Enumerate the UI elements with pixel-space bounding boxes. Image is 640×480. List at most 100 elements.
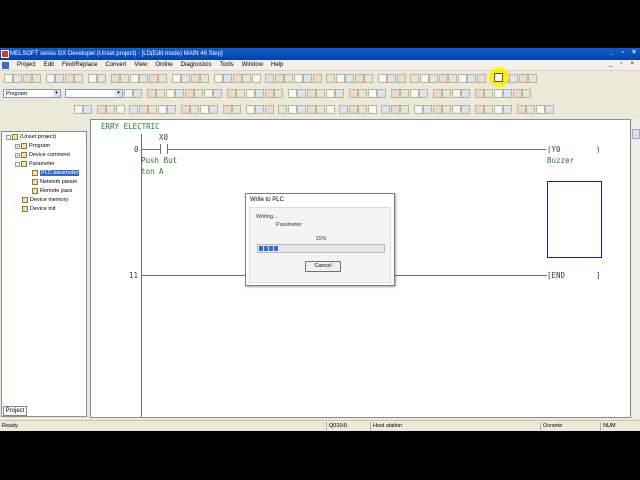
toolbar-button-icon[interactable] [367, 89, 377, 98]
toolbar-button-icon[interactable] [358, 105, 367, 114]
tree-item-program[interactable]: + Program [15, 143, 50, 149]
menu-tools[interactable]: Tools [216, 62, 238, 68]
toolbar-button-icon[interactable] [167, 105, 176, 114]
toolbar-button-icon[interactable] [213, 89, 222, 98]
toolbar-button-icon[interactable] [190, 105, 199, 114]
coil-comment[interactable]: Buzzer [547, 156, 574, 165]
toolbar-button-icon[interactable] [32, 74, 41, 83]
tree-item-device-memory[interactable]: Device memory [22, 197, 68, 203]
toolbar-button-icon[interactable] [194, 89, 203, 98]
toolbar-button-icon[interactable] [419, 74, 429, 83]
toolbar-button-icon[interactable] [129, 74, 139, 83]
tree-item-device-comment[interactable]: + Device comment [15, 152, 70, 158]
toolbar-button-icon[interactable] [528, 74, 537, 83]
toolbar-button-icon[interactable] [236, 89, 245, 98]
collapse-icon[interactable]: - [6, 134, 11, 140]
toolbar-button-icon[interactable] [509, 74, 518, 83]
toolbar-button-icon[interactable] [203, 89, 213, 98]
tree-item-plc-parameter[interactable]: PLC parameter [32, 170, 80, 176]
toolbar-button-icon[interactable] [400, 89, 409, 98]
toolbar-button-icon[interactable] [476, 74, 486, 83]
toolbar-button-icon[interactable] [87, 74, 97, 83]
toolbar-button-icon[interactable] [199, 105, 209, 114]
toolbar-button-icon[interactable] [451, 105, 461, 114]
toolbar-button-icon[interactable] [265, 74, 274, 83]
vertical-scrollbar[interactable] [632, 119, 640, 418]
toolbar-button-icon[interactable] [438, 74, 448, 83]
toolbar-button-icon[interactable] [493, 105, 503, 114]
toolbar-button-icon[interactable] [184, 89, 194, 98]
maximize-button[interactable]: ▫ [621, 49, 623, 56]
toolbar-button-icon[interactable] [255, 105, 264, 114]
toolbar-button-icon[interactable] [396, 74, 406, 83]
coil-device[interactable]: (Y0 [547, 145, 561, 154]
toolbar-button-icon[interactable] [165, 89, 175, 98]
mdi-restore-button[interactable]: ▫ [620, 61, 622, 67]
toolbar-button-icon[interactable] [287, 89, 297, 98]
toolbar-button-icon[interactable] [390, 89, 400, 98]
toolbar-button-icon[interactable] [96, 105, 106, 114]
toolbar-button-icon[interactable] [303, 74, 312, 83]
tree-item-network-param[interactable]: Network param [32, 179, 77, 185]
toolbar-button-icon[interactable] [377, 89, 386, 98]
toolbar-button-icon[interactable] [312, 74, 322, 83]
toolbar-button-icon[interactable] [232, 74, 242, 83]
toolbar-button-icon[interactable] [423, 105, 432, 114]
toolbar-button-icon[interactable] [545, 105, 554, 114]
toolbar-button-icon[interactable] [222, 105, 232, 114]
toolbar-button-icon[interactable] [306, 105, 316, 114]
toolbar-button-icon[interactable] [251, 74, 261, 83]
toolbar-button-icon[interactable] [419, 89, 428, 98]
toolbar-button-icon[interactable] [64, 74, 74, 83]
toolbar-button-icon[interactable] [157, 105, 167, 114]
toolbar-button-icon[interactable] [158, 74, 167, 83]
toolbar-button-icon[interactable] [83, 105, 92, 114]
toolbar-button-icon[interactable] [390, 105, 400, 114]
toolbar-button-icon[interactable] [457, 74, 467, 83]
toolbar-button-icon[interactable] [335, 74, 345, 83]
toolbar-button-icon[interactable] [348, 105, 358, 114]
collapse-icon[interactable]: - [15, 161, 20, 167]
toolbar-button-icon[interactable] [223, 74, 232, 83]
toolbar-button-icon[interactable] [274, 89, 283, 98]
toolbar-button-icon[interactable] [358, 89, 367, 98]
toolbar-button-icon[interactable] [387, 74, 396, 83]
toolbar-button-icon[interactable] [22, 74, 32, 83]
toolbar-button-icon[interactable] [45, 74, 55, 83]
write-to-plc-icon[interactable] [494, 73, 503, 82]
toolbar-button-icon[interactable] [512, 89, 522, 98]
toolbar-button-icon[interactable] [484, 105, 493, 114]
end-instruction[interactable]: [END [547, 271, 565, 280]
toolbar-button-icon[interactable] [129, 105, 138, 114]
toolbar-button-icon[interactable] [139, 74, 148, 83]
toolbar-button-icon[interactable] [156, 89, 165, 98]
minimize-button[interactable]: _ [610, 49, 614, 56]
toolbar-button-icon[interactable] [148, 74, 158, 83]
toolbar-button-icon[interactable] [364, 74, 373, 83]
toolbar-button-icon[interactable] [274, 74, 284, 83]
cancel-button[interactable]: Cancel [305, 261, 341, 272]
toolbar-button-icon[interactable] [410, 74, 419, 83]
toolbar-button-icon[interactable] [503, 105, 512, 114]
toolbar-button-icon[interactable] [120, 74, 129, 83]
toolbar-button-icon[interactable] [148, 105, 157, 114]
toolbar-button-icon[interactable] [400, 105, 409, 114]
toolbar-button-icon[interactable] [297, 105, 306, 114]
toolbar-button-icon[interactable] [522, 89, 531, 98]
toolbar-button-icon[interactable] [493, 89, 503, 98]
toolbar-button-icon[interactable] [413, 105, 423, 114]
toolbar-button-icon[interactable] [255, 89, 264, 98]
toolbar-button-icon[interactable] [474, 105, 484, 114]
toolbar-button-icon[interactable] [451, 89, 461, 98]
menu-diagnostics[interactable]: Diagnostics [177, 62, 216, 68]
toolbar-button-icon[interactable] [516, 105, 526, 114]
toolbar-button-icon[interactable] [209, 105, 218, 114]
toolbar-button-icon[interactable] [297, 89, 306, 98]
toolbar-button-icon[interactable] [325, 105, 335, 114]
toolbar-button-icon[interactable] [245, 105, 255, 114]
toolbar-button-icon[interactable] [484, 89, 493, 98]
mdi-close-button[interactable]: × [630, 61, 634, 67]
toolbar-button-icon[interactable] [429, 74, 438, 83]
toolbar-button-icon[interactable] [293, 74, 303, 83]
toolbar-button-icon[interactable] [73, 105, 83, 114]
